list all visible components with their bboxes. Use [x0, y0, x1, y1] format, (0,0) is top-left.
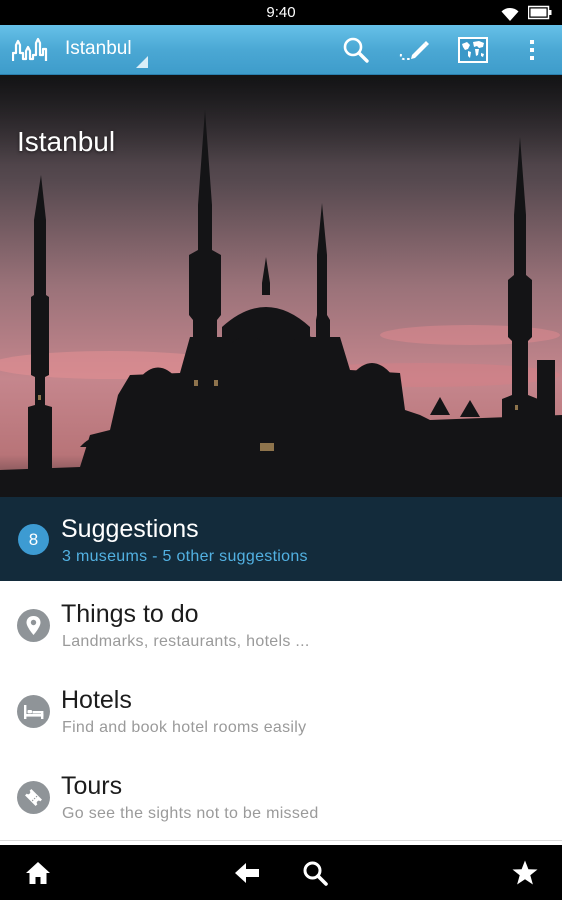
overflow-menu-icon[interactable] — [520, 34, 544, 66]
star-icon[interactable] — [511, 859, 539, 887]
bottom-navigation-bar — [0, 845, 562, 900]
city-selector[interactable]: Istanbul — [58, 25, 150, 74]
dropdown-triangle-icon — [136, 56, 148, 68]
bed-icon — [17, 695, 50, 728]
search-icon[interactable] — [340, 34, 372, 66]
app-screen: 9:40 Istanbul Istanbul 8 Suggestions 3 m… — [0, 0, 562, 900]
list-item-things-to-do[interactable]: Things to do Landmarks, restaurants, hot… — [0, 582, 562, 669]
world-map-icon[interactable] — [457, 34, 489, 66]
list-item-title: Tours — [61, 772, 123, 800]
back-arrow-icon[interactable] — [233, 859, 261, 887]
hero-image: Istanbul — [0, 75, 562, 497]
map-pin-icon — [17, 609, 50, 642]
list-item-subtitle: Landmarks, restaurants, hotels ... — [62, 633, 310, 650]
city-name: Istanbul — [65, 38, 132, 59]
app-logo-icon[interactable] — [12, 37, 48, 63]
list-item-title: Things to do — [61, 600, 199, 628]
list-item-hotels[interactable]: Hotels Find and book hotel rooms easily — [0, 668, 562, 755]
list-item-subtitle: Go see the sights not to be missed — [62, 805, 319, 822]
action-bar: Istanbul — [0, 25, 562, 75]
status-time: 9:40 — [266, 4, 296, 21]
battery-icon — [528, 5, 552, 20]
suggestions-count-badge: 8 — [18, 524, 49, 555]
suggestions-title: Suggestions — [61, 515, 199, 543]
list-item-subtitle: Find and book hotel rooms easily — [62, 719, 307, 736]
hero-title: Istanbul — [17, 126, 116, 157]
ticket-icon — [17, 781, 50, 814]
wifi-icon — [501, 7, 519, 21]
suggestions-subtitle: 3 museums - 5 other suggestions — [62, 548, 308, 565]
status-bar: 9:40 — [0, 0, 562, 25]
search-icon[interactable] — [301, 859, 329, 887]
edit-route-icon[interactable] — [398, 34, 430, 66]
list-item-title: Hotels — [61, 686, 132, 714]
list-item-tours[interactable]: Tours Go see the sights not to be missed — [0, 754, 562, 841]
home-icon[interactable] — [24, 859, 52, 887]
